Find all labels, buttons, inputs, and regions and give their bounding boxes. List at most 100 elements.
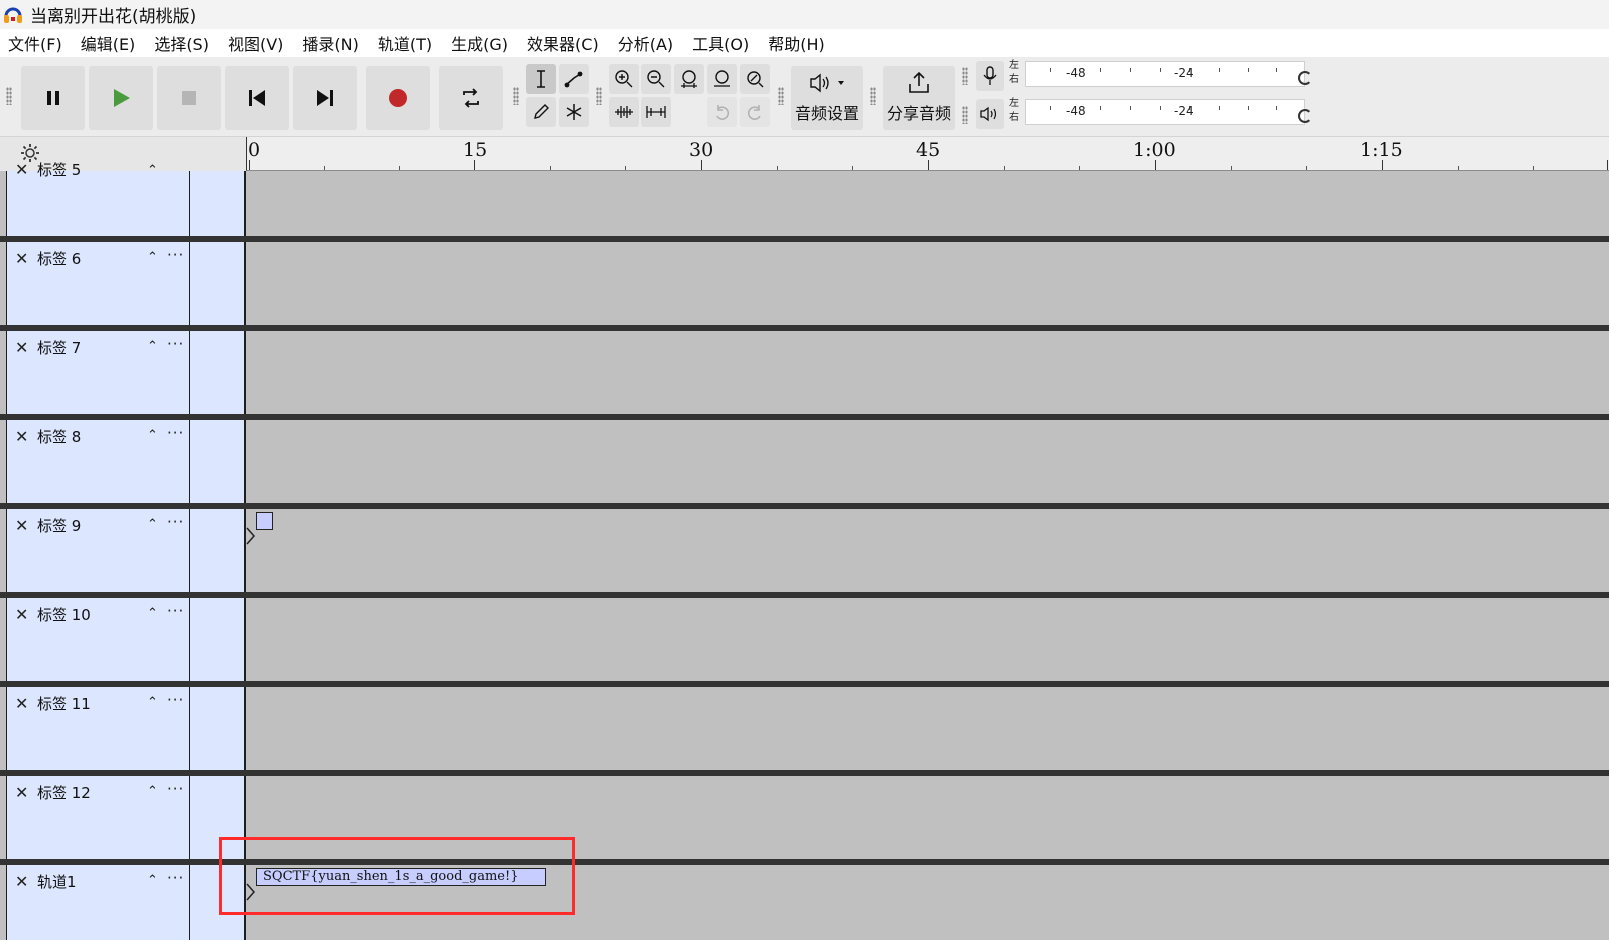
skip-to-start-button[interactable]: [225, 66, 289, 130]
track-name[interactable]: 标签 10: [37, 604, 91, 625]
track-label-5[interactable]: ✕ 标签 5 ⌃: [0, 160, 1609, 242]
collapse-icon[interactable]: ⌃: [147, 695, 158, 710]
collapse-icon[interactable]: ⌃: [147, 339, 158, 354]
record-level-knob-icon[interactable]: [1298, 71, 1312, 85]
menu-help[interactable]: 帮助(H): [768, 31, 825, 55]
record-meter-button[interactable]: [976, 61, 1004, 91]
audio-setup-grip-icon[interactable]: [778, 87, 784, 105]
menu-tracks[interactable]: 轨道(T): [378, 31, 432, 55]
menu-view[interactable]: 视图(V): [228, 31, 283, 55]
track-label-6[interactable]: ✕ 标签 6 ⌃ ···: [0, 242, 1609, 331]
play-button[interactable]: [89, 66, 153, 130]
collapse-icon[interactable]: ⌃: [147, 428, 158, 443]
more-options-icon[interactable]: ···: [167, 602, 184, 620]
track-control-panel[interactable]: ✕ 标签 12 ⌃ ···: [6, 776, 190, 865]
play-meter-button[interactable]: [976, 99, 1004, 129]
loop-button[interactable]: [439, 66, 503, 130]
track-label-9[interactable]: ✕ 标签 9 ⌃ ···: [0, 509, 1609, 598]
stop-button[interactable]: [157, 66, 221, 130]
zoom-in-button[interactable]: [609, 64, 639, 94]
record-button[interactable]: [366, 66, 430, 130]
more-options-icon[interactable]: ···: [167, 335, 184, 353]
track-control-panel[interactable]: ✕ 轨道1 ⌃ ···: [6, 865, 190, 940]
edit-grip-icon[interactable]: [596, 87, 602, 105]
play-level-knob-icon[interactable]: [1298, 109, 1312, 123]
track-name[interactable]: 标签 6: [37, 248, 81, 269]
menu-tools[interactable]: 工具(O): [692, 31, 749, 55]
track-control-panel[interactable]: ✕ 标签 6 ⌃ ···: [6, 242, 190, 331]
share-audio-button[interactable]: 分享音频: [883, 66, 955, 130]
close-icon[interactable]: ✕: [15, 516, 33, 535]
zoom-toggle-button[interactable]: [740, 64, 770, 94]
more-options-icon[interactable]: ···: [167, 246, 184, 264]
track-control-panel[interactable]: ✕ 标签 9 ⌃ ···: [6, 509, 190, 598]
track-name[interactable]: 标签 7: [37, 337, 81, 358]
track-control-panel[interactable]: ✕ 标签 8 ⌃ ···: [6, 420, 190, 509]
track-name[interactable]: 轨道1: [37, 871, 77, 892]
more-options-icon[interactable]: ···: [167, 780, 184, 798]
fit-selection-button[interactable]: [674, 64, 704, 94]
play-meter[interactable]: 左右 -48 -24: [1009, 95, 1312, 129]
track-name[interactable]: 标签 12: [37, 782, 91, 803]
menu-generate[interactable]: 生成(G): [451, 31, 508, 55]
more-options-icon[interactable]: ···: [167, 513, 184, 531]
share-grip-icon[interactable]: [870, 87, 876, 105]
redo-button[interactable]: [740, 97, 770, 127]
track-name[interactable]: 标签 11: [37, 693, 91, 714]
collapse-icon[interactable]: ⌃: [147, 873, 158, 888]
empty-label-box[interactable]: [256, 512, 273, 530]
close-icon[interactable]: ✕: [15, 783, 33, 802]
track-name[interactable]: 标签 5: [37, 159, 81, 180]
record-meter[interactable]: 左右 -48 -24: [1009, 57, 1312, 91]
close-icon[interactable]: ✕: [15, 427, 33, 446]
audio-setup-button[interactable]: 音频设置: [791, 66, 863, 130]
menu-analyze[interactable]: 分析(A): [618, 31, 673, 55]
pause-button[interactable]: [21, 66, 85, 130]
track-control-panel[interactable]: ✕ 标签 5 ⌃: [6, 160, 190, 242]
collapse-icon[interactable]: ⌃: [147, 606, 158, 621]
track-label-10[interactable]: ✕ 标签 10 ⌃ ···: [0, 598, 1609, 687]
label-marker-icon[interactable]: [246, 527, 256, 545]
collapse-icon[interactable]: ⌃: [147, 163, 158, 178]
close-icon[interactable]: ✕: [15, 249, 33, 268]
menu-file[interactable]: 文件(F): [8, 31, 62, 55]
silence-audio-button[interactable]: [641, 97, 671, 127]
track-control-panel[interactable]: ✕ 标签 11 ⌃ ···: [6, 687, 190, 776]
multi-tool-button[interactable]: [559, 97, 589, 127]
fit-project-button[interactable]: [707, 64, 737, 94]
toolbar-grip-icon[interactable]: [6, 87, 12, 105]
collapse-icon[interactable]: ⌃: [147, 517, 158, 532]
trim-audio-button[interactable]: [609, 97, 639, 127]
play-meter-grip-icon[interactable]: [962, 106, 968, 124]
menu-effect[interactable]: 效果器(C): [527, 31, 599, 55]
close-icon[interactable]: ✕: [15, 160, 33, 179]
selection-tool-button[interactable]: [526, 64, 556, 94]
record-meter-grip-icon[interactable]: [962, 67, 968, 85]
undo-button[interactable]: [707, 97, 737, 127]
draw-tool-button[interactable]: [526, 97, 556, 127]
close-icon[interactable]: ✕: [15, 605, 33, 624]
zoom-out-button[interactable]: [641, 64, 671, 94]
envelope-tool-button[interactable]: [559, 64, 589, 94]
close-icon[interactable]: ✕: [15, 694, 33, 713]
menu-select[interactable]: 选择(S): [154, 31, 209, 55]
timeline-ruler[interactable]: 0 15 30 45 1:00 1:15: [246, 137, 1609, 171]
collapse-icon[interactable]: ⌃: [147, 784, 158, 799]
track-control-panel[interactable]: ✕ 标签 10 ⌃ ···: [6, 598, 190, 687]
menu-edit[interactable]: 编辑(E): [81, 31, 136, 55]
collapse-icon[interactable]: ⌃: [147, 250, 158, 265]
skip-to-end-button[interactable]: [293, 66, 357, 130]
track-label-7[interactable]: ✕ 标签 7 ⌃ ···: [0, 331, 1609, 420]
track-label-11[interactable]: ✕ 标签 11 ⌃ ···: [0, 687, 1609, 776]
track-label-8[interactable]: ✕ 标签 8 ⌃ ···: [0, 420, 1609, 509]
more-options-icon[interactable]: ···: [167, 424, 184, 442]
more-options-icon[interactable]: ···: [167, 691, 184, 709]
track-control-panel[interactable]: ✕ 标签 7 ⌃ ···: [6, 331, 190, 420]
close-icon[interactable]: ✕: [15, 872, 33, 891]
tools-grip-icon[interactable]: [513, 87, 519, 105]
track-name[interactable]: 标签 9: [37, 515, 81, 536]
track-name[interactable]: 标签 8: [37, 426, 81, 447]
menu-transport[interactable]: 播录(N): [302, 31, 358, 55]
close-icon[interactable]: ✕: [15, 338, 33, 357]
more-options-icon[interactable]: ···: [167, 869, 184, 887]
